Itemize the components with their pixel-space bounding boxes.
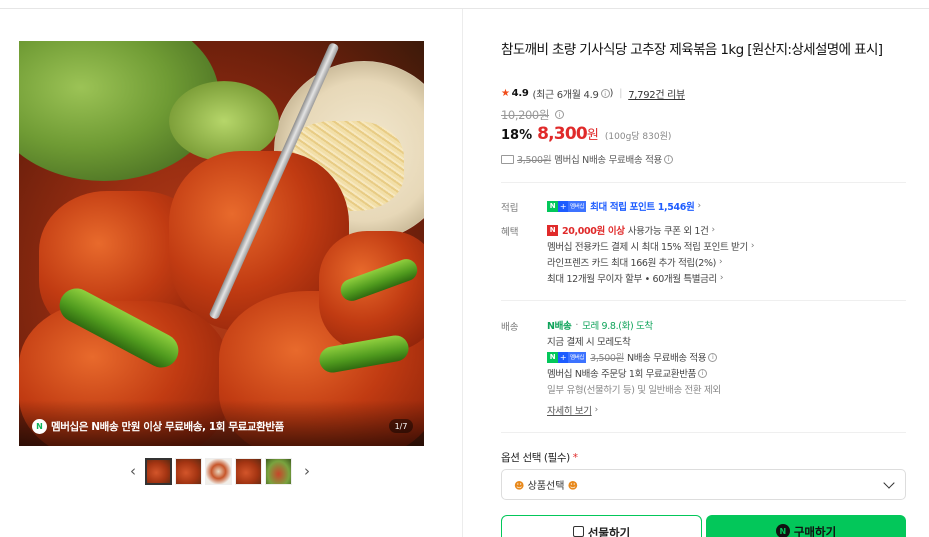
discount-rate: 18% <box>501 128 533 143</box>
image-pager: 1/7 <box>389 419 413 433</box>
main-product-image[interactable]: N 멤버십은 N배송 만원 이상 무료배송, 1회 무료교환반품 1/7 <box>19 41 424 446</box>
option-select-value: 상품선택 <box>527 481 565 492</box>
gift-icon <box>572 526 584 537</box>
chevron-left-icon[interactable]: ‹ <box>126 464 140 479</box>
info-icon[interactable]: i <box>708 352 718 362</box>
delivery-eta-row: N배송 · 모레 9.8.(화) 도착 <box>547 319 653 333</box>
delivery-more-link[interactable]: 자세히 보기 › <box>547 403 598 417</box>
naver-plus-badge: N + 멤버십 <box>547 351 587 363</box>
gift-button[interactable]: 선물하기 <box>501 515 702 537</box>
points-label: 적립 <box>501 203 519 214</box>
sale-price: 8,300 <box>537 124 588 144</box>
delivery-exception: 일부 유형(선물하기 등) 및 일반배송 전환 제외 <box>547 385 721 396</box>
chevron-right-icon: › <box>718 257 723 267</box>
benefit-item[interactable]: 최대 12개월 무이자 할부 • 60개월 특별금리 › <box>547 271 724 285</box>
buy-button[interactable]: N 구매하기 <box>706 515 906 537</box>
naver-plus-badge: N + 멤버십 <box>547 200 587 212</box>
divider <box>501 182 906 183</box>
review-count-link[interactable]: 7,792건 리뷰 <box>628 86 685 101</box>
chevron-down-icon <box>883 476 895 489</box>
rating-row: ★ 4.9 (최근 6개월 4.9 i ) | 7,792건 리뷰 <box>501 86 685 101</box>
chevron-right-icon[interactable]: › <box>300 464 314 479</box>
product-title: 참도깨비 초량 기사식당 고추장 제육볶음 1kg [원산지:상세설명에 표시] <box>501 42 883 58</box>
free-shipping-row: N + 멤버십 3,500원 N배송 무료배송 적용 i <box>547 350 718 364</box>
coupon-row[interactable]: N 20,000원 이상 사용가능 쿠폰 외 1건 › <box>547 223 715 237</box>
separator: | <box>619 88 623 99</box>
face-emoji-icon: ☻ <box>514 481 525 492</box>
thumbnail-2[interactable] <box>175 457 202 485</box>
currency: 원 <box>586 128 599 143</box>
divider <box>501 300 906 301</box>
original-price: 10,200원 <box>501 108 550 122</box>
shipping-summary: 3,500원 멤버십 N배송 무료배송 적용 i <box>501 152 673 166</box>
n-badge-icon: N <box>32 419 47 434</box>
delivery-eta: 모레 9.8.(화) 도착 <box>582 321 653 332</box>
info-icon[interactable]: i <box>555 110 564 119</box>
thumbnail-5[interactable] <box>265 457 292 485</box>
chevron-right-icon: › <box>594 405 599 415</box>
free-shipping-text: N배송 무료배송 적용 <box>626 353 707 364</box>
points-row[interactable]: N + 멤버십 최대 적립 포인트 1,546원 › <box>547 199 701 213</box>
caption-text: 멤버십은 N배송 만원 이상 무료배송, 1회 무료교환반품 <box>51 421 284 433</box>
image-caption: N 멤버십은 N배송 만원 이상 무료배송, 1회 무료교환반품 <box>19 400 424 446</box>
chevron-right-icon: › <box>719 273 724 283</box>
struck-shipping-fee: 3,500원 <box>517 155 552 166</box>
face-emoji-icon: ☻ <box>567 481 579 492</box>
truck-icon <box>501 154 514 164</box>
naver-n-icon: N <box>775 524 790 537</box>
benefit-item[interactable]: 멤버십 전용카드 결제 시 최대 15% 적립 포인트 받기 › <box>547 239 754 253</box>
thumbnail-1[interactable] <box>145 457 172 485</box>
n-delivery-brand: N배송 <box>547 321 572 332</box>
star-icon: ★ <box>501 88 510 99</box>
info-icon[interactable]: i <box>697 368 707 378</box>
rating-recent: (최근 6개월 4.9 <box>532 90 599 101</box>
member-exchange-row: 멤버십 N배송 주문당 1회 무료교환반품 i <box>547 366 707 380</box>
shipping-summary-text: 멤버십 N배송 무료배송 적용 <box>554 155 662 166</box>
thumbnail-strip: ‹ › <box>126 456 314 486</box>
benefits-label: 혜택 <box>501 227 519 238</box>
info-icon[interactable]: i <box>663 154 673 164</box>
lettuce-shape <box>169 81 279 161</box>
points-text: 최대 적립 포인트 1,546원 <box>590 202 695 213</box>
struck-shipping-fee: 3,500원 <box>590 353 624 364</box>
chevron-right-icon: › <box>750 241 755 251</box>
rating-score: 4.9 <box>511 88 529 99</box>
rating-recent-close: ) <box>609 88 614 99</box>
option-select[interactable]: ☻ 상품선택 ☻ <box>501 469 906 500</box>
naver-coupon-badge: N <box>547 224 558 236</box>
pay-now-text: 지금 결제 시 모레도착 <box>547 337 631 348</box>
chevron-right-icon: › <box>711 225 716 235</box>
coupon-text: 사용가능 쿠폰 외 1건 <box>627 226 709 237</box>
divider <box>501 432 906 433</box>
top-divider <box>0 8 929 9</box>
delivery-label: 배송 <box>501 322 519 333</box>
thumbnail-3[interactable] <box>205 457 232 485</box>
column-divider <box>462 9 463 537</box>
thumbnail-4[interactable] <box>235 457 262 485</box>
info-icon[interactable]: i <box>600 89 610 98</box>
required-mark: * <box>572 452 578 464</box>
chevron-right-icon: › <box>697 201 701 211</box>
unit-price: (100g당 830원) <box>604 132 672 142</box>
benefit-item[interactable]: 라인프렌즈 카드 최대 166원 추가 적립(2%) › <box>547 255 723 269</box>
coupon-amount: 20,000원 이상 <box>562 226 625 237</box>
option-label: 옵션 선택 (필수) * <box>501 452 578 464</box>
sale-price-row: 18% 8,300 원 (100g당 830원) <box>501 124 671 144</box>
